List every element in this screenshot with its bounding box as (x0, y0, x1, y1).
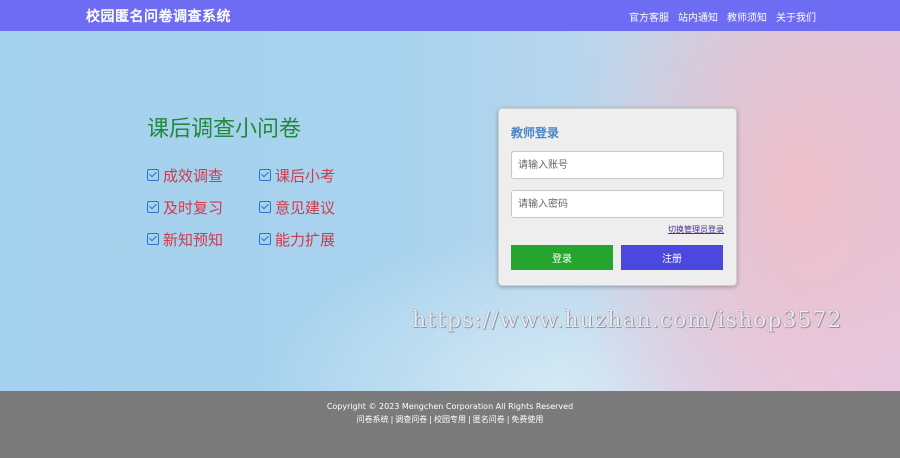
footer-link[interactable]: 匿名问卷 (473, 415, 505, 424)
checkbox-icon (259, 201, 271, 213)
site-title: 校园匿名问卷调查系统 (86, 9, 231, 25)
watermark-text: https://www.huzhan.com/ishop3572 (412, 308, 843, 333)
feature-item: 意见建议 (259, 197, 371, 217)
footer-link[interactable]: 校园专用 (434, 415, 466, 424)
top-nav: 官方客服 站内通知 教师须知 关于我们 (629, 9, 816, 24)
footer: Copyright © 2023 Mengchen Corporation Al… (0, 391, 900, 458)
copyright-text: Copyright © 2023 Mengchen Corporation Al… (326, 402, 574, 411)
login-panel: 教师登录 切换管理员登录 登录 注册 (498, 108, 737, 286)
feature-item: 能力扩展 (259, 229, 371, 249)
footer-link[interactable]: 问卷系统 (357, 415, 389, 424)
checkbox-icon (147, 169, 159, 181)
checkbox-icon (259, 169, 271, 181)
password-input[interactable] (511, 190, 724, 218)
account-input[interactable] (511, 151, 724, 179)
feature-label: 课后小考 (275, 166, 336, 185)
feature-item: 新知预知 (147, 229, 259, 249)
feature-item: 成效调查 (147, 165, 259, 185)
nav-notifications[interactable]: 站内通知 (678, 9, 718, 24)
nav-about-us[interactable]: 关于我们 (776, 9, 816, 24)
feature-label: 意见建议 (275, 198, 336, 217)
feature-item: 及时复习 (147, 197, 259, 217)
login-title: 教师登录 (511, 126, 560, 140)
checkbox-icon (147, 233, 159, 245)
feature-list: 成效调查 课后小考 及时复习 意见建议 新知预知 能力扩展 (147, 165, 371, 249)
hero-banner: 课后调查小问卷 成效调查 课后小考 及时复习 意见建议 新知预知 能力扩展 教师… (0, 31, 900, 391)
feature-label: 及时复习 (163, 198, 224, 217)
footer-links: 问卷系统 | 调查问卷 | 校园专用 | 匿名问卷 | 免费使用 (356, 415, 544, 424)
footer-link[interactable]: 调查问卷 (395, 415, 427, 424)
feature-item: 课后小考 (259, 165, 371, 185)
feature-label: 成效调查 (163, 166, 224, 185)
switch-admin-login-link[interactable]: 切换管理员登录 (668, 224, 724, 235)
register-button[interactable]: 注册 (621, 245, 723, 270)
login-button[interactable]: 登录 (511, 245, 613, 270)
footer-link[interactable]: 免费使用 (511, 415, 543, 424)
nav-teacher-notice[interactable]: 教师须知 (727, 9, 767, 24)
feature-label: 能力扩展 (275, 230, 336, 249)
feature-label: 新知预知 (163, 230, 224, 249)
nav-customer-service[interactable]: 官方客服 (629, 9, 669, 24)
top-navbar: 校园匿名问卷调查系统 官方客服 站内通知 教师须知 关于我们 (0, 0, 900, 31)
checkbox-icon (147, 201, 159, 213)
checkbox-icon (259, 233, 271, 245)
hero-slogan: 课后调查小问卷 (147, 117, 302, 142)
